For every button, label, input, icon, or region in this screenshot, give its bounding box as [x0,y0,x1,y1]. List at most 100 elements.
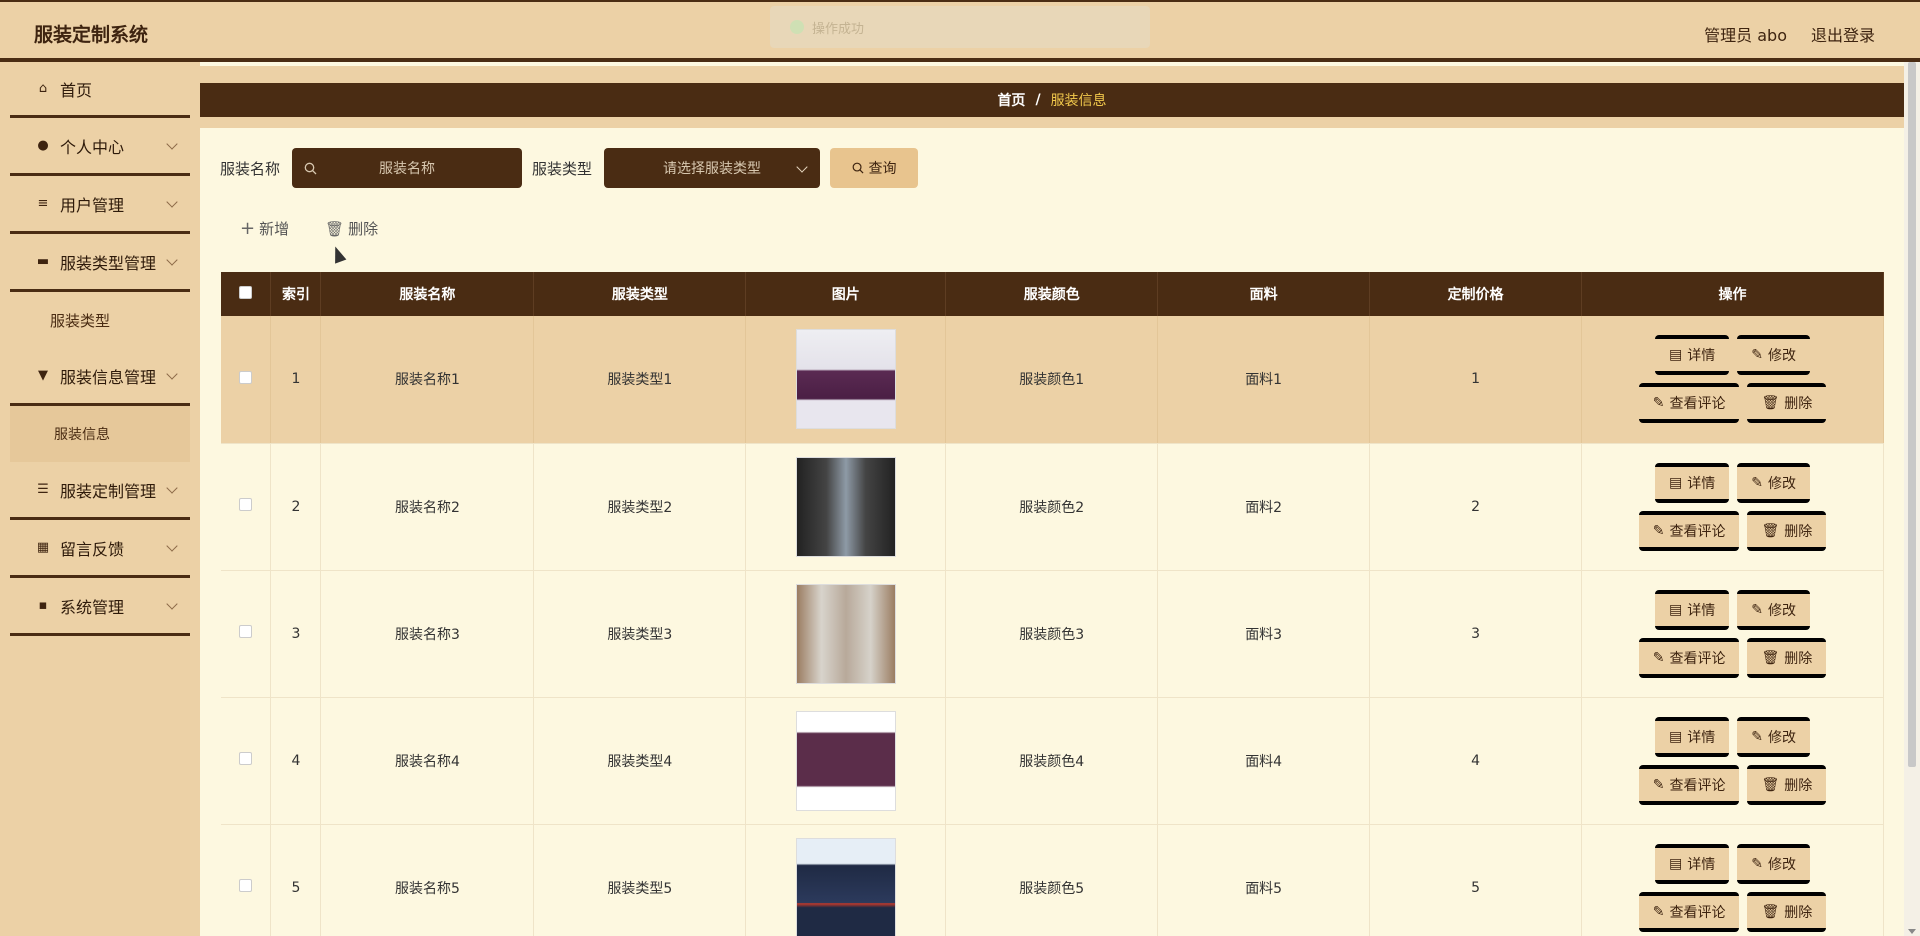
type-cell: 服装类型1 [533,316,747,444]
sidebar-subitem-clothing-type[interactable]: 服装类型 [10,292,190,348]
table-row: 4 服装名称4 服装类型4 服装颜色4 面料4 4 ▤ 详情 ✎ 修改 ✎ 查看评论 … [221,697,1884,825]
sidebar-item-label: 服装类型 [50,311,111,330]
edit-button[interactable]: ✎ 修改 [1737,589,1810,630]
clothing-table: 索引 服装名称 服装类型 图片 服装颜色 面料 定制价格 操作 1 服装名称1 … [221,272,1884,936]
vertical-scrollbar[interactable] [1904,62,1920,936]
detail-button[interactable]: ▤ 详情 [1655,335,1730,376]
row-checkbox[interactable] [239,625,253,638]
column-header: 索引 [270,272,322,316]
delete-button[interactable]: 🗑 删除 [1747,510,1827,551]
fabric-cell: 面料1 [1157,316,1371,444]
delete-button[interactable]: 🗑 删除 [1747,891,1827,932]
column-header: 服装类型 [533,272,747,316]
name-search-input[interactable]: 服装名称 [292,148,523,188]
detail-button[interactable]: ▤ 详情 [1655,843,1730,884]
row-select-cell[interactable] [221,570,272,698]
edit-button[interactable]: ✎ 修改 [1737,716,1810,757]
sidebar-item-label: 服装定制管理 [60,481,157,501]
query-button[interactable]: 查询 [830,148,919,188]
delete-button[interactable]: 🗑 删除 [1747,383,1827,424]
select-all-checkbox[interactable] [239,285,253,299]
sidebar-item-home[interactable]: ⌂ 首页 [10,62,190,118]
edit-button[interactable]: ✎ 修改 [1737,335,1810,376]
top-header: 服装定制系统 操作成功 管理员 abo 退出登录 [0,0,1920,62]
sidebar-subitem-clothing-info[interactable]: 服装信息 [10,406,190,462]
operations-cell: ▤ 详情 ✎ 修改 ✎ 查看评论 🗑 删除 [1581,570,1884,698]
row-select-cell[interactable] [221,697,272,825]
select-all-header[interactable] [221,272,272,316]
detail-button[interactable]: ▤ 详情 [1655,589,1730,630]
detail-button-label: 详情 [1687,856,1716,873]
edit-button-label: 修改 [1768,729,1796,746]
type-select-label: 服装类型 [532,159,593,178]
pencil-icon: ✎ [1652,776,1665,793]
sidebar-item-feedback[interactable]: ▦ 留言反馈 [10,520,190,578]
clothing-image[interactable] [795,710,896,811]
search-icon [852,162,864,174]
name-cell: 服装名称4 [320,697,535,825]
sidebar-item-user-management[interactable]: ≡ 用户管理 [10,176,190,234]
clothing-image[interactable] [795,329,896,430]
row-checkbox[interactable] [239,879,253,892]
index-cell: 2 [270,443,322,571]
delete-button[interactable]: 🗑 删除 [1747,764,1827,805]
logout-link[interactable]: 退出登录 [1811,22,1875,46]
type-select[interactable]: 请选择服装类型 [604,148,821,188]
view-comments-button[interactable]: ✎ 查看评论 [1638,764,1740,805]
batch-delete-button[interactable]: 🗑 删除 [325,218,378,239]
sidebar-item-personal-center[interactable]: ● 个人中心 [10,118,190,176]
view-comments-button[interactable]: ✎ 查看评论 [1638,510,1740,551]
edit-button[interactable]: ✎ 修改 [1737,462,1810,503]
color-cell: 服装颜色3 [945,570,1159,698]
chevron-down-icon [166,482,178,494]
sidebar-item-system-management[interactable]: ▪ 系统管理 [10,578,190,636]
row-select-cell[interactable] [221,824,272,936]
row-select-cell[interactable] [221,316,272,444]
view-comments-button[interactable]: ✎ 查看评论 [1638,891,1740,932]
user-icon: ● [37,138,49,153]
current-user: 管理员 abo [1704,26,1787,45]
view-comments-button[interactable]: ✎ 查看评论 [1638,383,1740,424]
delete-button[interactable]: 🗑 删除 [1747,637,1827,678]
image-cell [745,697,947,825]
image-cell [745,443,947,571]
clothing-image[interactable] [795,583,896,684]
image-cell [745,316,947,444]
pencil-icon: ✎ [1652,903,1665,920]
fabric-cell: 面料2 [1157,443,1371,571]
breadcrumb-home[interactable]: 首页 [997,90,1025,110]
clothing-image[interactable] [795,456,896,557]
name-cell: 服装名称1 [320,316,535,444]
sidebar-item-clothing-type-management[interactable]: ▬ 服装类型管理 [10,234,190,292]
breadcrumb-separator: / [1035,92,1041,108]
query-button-label: 查询 [868,161,897,177]
row-checkbox[interactable] [239,498,253,511]
table-header-row: 索引 服装名称 服装类型 图片 服装颜色 面料 定制价格 操作 [221,272,1884,316]
index-cell: 4 [270,697,322,825]
sidebar-item-customization-management[interactable]: ☰ 服装定制管理 [10,462,190,520]
column-header: 面料 [1157,272,1371,316]
scrollbar-thumb[interactable] [1908,62,1916,767]
edit-button[interactable]: ✎ 修改 [1737,843,1810,884]
scroll-down-arrow-icon[interactable] [1908,929,1916,934]
batch-delete-label: 删除 [348,220,379,238]
operations-cell: ▤ 详情 ✎ 修改 ✎ 查看评论 🗑 删除 [1581,443,1884,571]
user-area: 管理员 abo 退出登录 [1704,22,1875,46]
fabric-cell: 面料4 [1157,697,1371,825]
color-cell: 服装颜色4 [945,697,1159,825]
clothing-image[interactable] [795,837,896,936]
pencil-icon: ✎ [1652,522,1665,539]
trash-icon: 🗑 [1761,903,1780,920]
name-cell: 服装名称2 [320,443,535,571]
row-checkbox[interactable] [239,370,253,384]
sidebar-item-clothing-info-management[interactable]: ▼ 服装信息管理 [10,348,190,406]
home-icon: ⌂ [38,81,48,96]
row-checkbox[interactable] [239,752,253,765]
view-comments-button[interactable]: ✎ 查看评论 [1638,637,1740,678]
add-button[interactable]: + 新增 [240,218,289,239]
row-select-cell[interactable] [221,443,272,571]
detail-button[interactable]: ▤ 详情 [1655,716,1730,757]
detail-button[interactable]: ▤ 详情 [1655,462,1730,503]
breadcrumb: 首页 / 服装信息 [200,83,1904,117]
column-header: 操作 [1581,272,1884,316]
